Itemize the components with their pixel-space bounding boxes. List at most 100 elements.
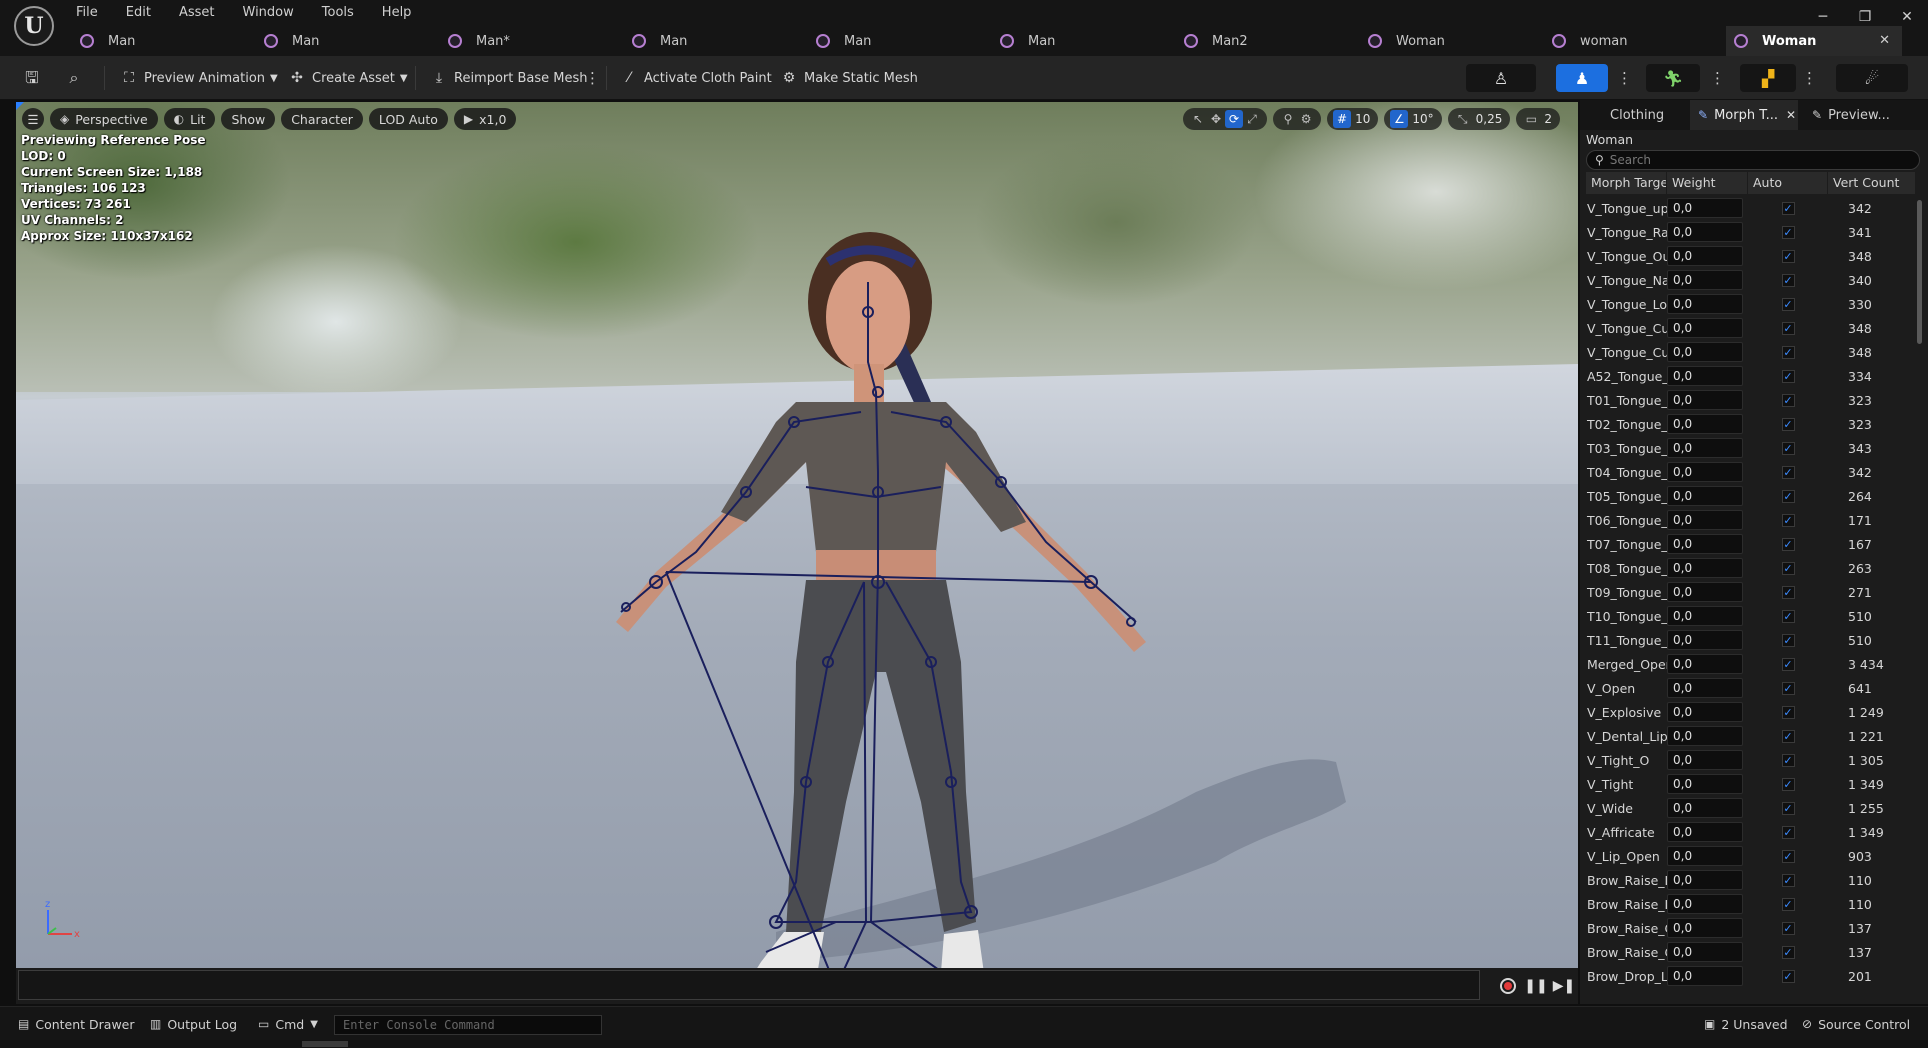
cmd-dropdown[interactable]: ▭ Cmd ▼	[258, 1007, 318, 1041]
asset-tab[interactable]: Man	[80, 26, 250, 56]
translate-icon[interactable]: ✥	[1207, 110, 1225, 128]
weight-input[interactable]: 0,0	[1667, 222, 1743, 242]
record-button[interactable]	[1498, 976, 1518, 996]
weight-input[interactable]: 0,0	[1667, 798, 1743, 818]
rotate-icon[interactable]: ⟳	[1225, 110, 1244, 128]
weight-input[interactable]: 0,0	[1667, 438, 1743, 458]
auto-checkbox[interactable]: ✓	[1781, 969, 1795, 983]
morph-target-row[interactable]: Brow_Raise_I 0,0 ✓ 110	[1586, 868, 1916, 892]
auto-checkbox[interactable]: ✓	[1781, 633, 1795, 647]
close-tab-icon[interactable]: ✕	[1786, 108, 1796, 122]
make-static-mesh-button[interactable]: ⚙ Make Static Mesh	[780, 66, 918, 90]
activate-cloth-paint-button[interactable]: ⁄ Activate Cloth Paint	[620, 66, 772, 90]
viewport-options-button[interactable]: ☰	[22, 108, 44, 130]
morph-target-row[interactable]: T02_Tongue_I 0,0 ✓ 323	[1586, 412, 1916, 436]
weight-input[interactable]: 0,0	[1667, 606, 1743, 626]
morph-target-row[interactable]: A52_Tongue_(0,0 ✓ 334	[1586, 364, 1916, 388]
angle-snap-icon[interactable]: ∠	[1390, 110, 1409, 128]
tab-morph-targets[interactable]: ✎ Morph T... ✕	[1690, 100, 1798, 130]
preview-viewport[interactable]: ☰ ◈ Perspective ◐ Lit Show Character LOD…	[16, 102, 1578, 968]
auto-checkbox[interactable]: ✓	[1781, 345, 1795, 359]
select-icon[interactable]: ↖	[1189, 110, 1207, 128]
save-icon[interactable]: 🖫	[22, 68, 42, 88]
auto-checkbox[interactable]: ✓	[1781, 465, 1795, 479]
auto-checkbox[interactable]: ✓	[1781, 561, 1795, 575]
asset-tab[interactable]: Man2	[1184, 26, 1354, 56]
auto-checkbox[interactable]: ✓	[1781, 369, 1795, 383]
morph-target-row[interactable]: T10_Tongue_I 0,0 ✓ 510	[1586, 604, 1916, 628]
morph-table-scrollbar[interactable]	[1917, 200, 1922, 344]
morph-target-row[interactable]: T06_Tongue_ 0,0 ✓ 171	[1586, 508, 1916, 532]
weight-input[interactable]: 0,0	[1667, 462, 1743, 482]
blueprint-mode-button[interactable]: ▞	[1740, 64, 1796, 92]
asset-tab[interactable]: Woman	[1368, 26, 1538, 56]
weight-input[interactable]: 0,0	[1667, 534, 1743, 554]
auto-checkbox[interactable]: ✓	[1781, 489, 1795, 503]
auto-checkbox[interactable]: ✓	[1781, 393, 1795, 407]
console-command-input[interactable]: Enter Console Command	[334, 1015, 602, 1035]
scale-icon[interactable]: ⤢	[1243, 110, 1261, 128]
weight-input[interactable]: 0,0	[1667, 894, 1743, 914]
morph-target-row[interactable]: V_Tongue_Ou 0,0 ✓ 348	[1586, 244, 1916, 268]
morph-target-row[interactable]: V_Tongue_Cui 0,0 ✓ 348	[1586, 340, 1916, 364]
auto-checkbox[interactable]: ✓	[1781, 585, 1795, 599]
world-space-icon[interactable]: ⚲	[1279, 110, 1297, 128]
weight-input[interactable]: 0,0	[1667, 582, 1743, 602]
content-drawer-button[interactable]: ▤ Content Drawer	[18, 1007, 135, 1041]
weight-input[interactable]: 0,0	[1667, 390, 1743, 410]
morph-target-row[interactable]: Brow_Raise_I 0,0 ✓ 110	[1586, 892, 1916, 916]
rotation-snap-group[interactable]: ∠ 10°	[1384, 108, 1442, 130]
menu-item-help[interactable]: Help	[368, 5, 426, 20]
auto-checkbox[interactable]: ✓	[1781, 921, 1795, 935]
weight-input[interactable]: 0,0	[1667, 846, 1743, 866]
auto-checkbox[interactable]: ✓	[1781, 321, 1795, 335]
weight-input[interactable]: 0,0	[1667, 774, 1743, 794]
weight-input[interactable]: 0,0	[1667, 942, 1743, 962]
animation-mode-button[interactable]: 🏃︎	[1646, 64, 1700, 92]
mesh-mode-options-icon[interactable]: ⋮	[1617, 68, 1632, 88]
auto-checkbox[interactable]: ✓	[1781, 729, 1795, 743]
source-control-button[interactable]: ⊘ Source Control	[1802, 1007, 1910, 1041]
morph-target-row[interactable]: V_Tight_O 0,0 ✓ 1 305	[1586, 748, 1916, 772]
grid-snap-icon[interactable]: #	[1333, 110, 1352, 128]
morph-target-row[interactable]: V_Tight 0,0 ✓ 1 349	[1586, 772, 1916, 796]
playback-speed-button[interactable]: ▶ x1,0	[453, 108, 517, 130]
weight-input[interactable]: 0,0	[1667, 414, 1743, 434]
close-tab-icon[interactable]: ✕	[1879, 33, 1890, 48]
morph-target-row[interactable]: T11_Tongue_I 0,0 ✓ 510	[1586, 628, 1916, 652]
tab-preview-settings[interactable]: ✎ Preview...	[1800, 100, 1928, 130]
unsaved-assets-button[interactable]: ▣ 2 Unsaved	[1704, 1007, 1788, 1041]
auto-checkbox[interactable]: ✓	[1781, 297, 1795, 311]
physics-mode-button[interactable]: ☄	[1836, 64, 1908, 92]
auto-checkbox[interactable]: ✓	[1781, 441, 1795, 455]
menu-item-file[interactable]: File	[62, 5, 112, 20]
asset-tab[interactable]: Man	[1000, 26, 1170, 56]
asset-tab[interactable]: Man	[816, 26, 986, 56]
auto-checkbox[interactable]: ✓	[1781, 225, 1795, 239]
morph-target-row[interactable]: Brow_Raise_C 0,0 ✓ 137	[1586, 916, 1916, 940]
drawer-grip[interactable]	[302, 1041, 348, 1047]
menu-item-asset[interactable]: Asset	[165, 5, 229, 20]
auto-checkbox[interactable]: ✓	[1781, 897, 1795, 911]
weight-input[interactable]: 0,0	[1667, 918, 1743, 938]
menu-item-edit[interactable]: Edit	[112, 5, 165, 20]
weight-input[interactable]: 0,0	[1667, 870, 1743, 890]
morph-target-row[interactable]: V_Tongue_up 0,0 ✓ 342	[1586, 196, 1916, 220]
morph-target-row[interactable]: V_Lip_Open 0,0 ✓ 903	[1586, 844, 1916, 868]
column-vert-count[interactable]: Vert Count	[1828, 172, 1916, 194]
morph-target-row[interactable]: T07_Tongue_ 0,0 ✓ 167	[1586, 532, 1916, 556]
asset-tab[interactable]: Man*	[448, 26, 618, 56]
auto-checkbox[interactable]: ✓	[1781, 849, 1795, 863]
auto-checkbox[interactable]: ✓	[1781, 825, 1795, 839]
morph-target-row[interactable]: T01_Tongue_(0,0 ✓ 323	[1586, 388, 1916, 412]
perspective-button[interactable]: ◈ Perspective	[50, 108, 158, 130]
auto-checkbox[interactable]: ✓	[1781, 705, 1795, 719]
timeline-track[interactable]	[18, 970, 1480, 1000]
weight-input[interactable]: 0,0	[1667, 750, 1743, 770]
weight-input[interactable]: 0,0	[1667, 678, 1743, 698]
character-button[interactable]: Character	[281, 108, 363, 130]
create-asset-button[interactable]: ✣ Create Asset ▼	[288, 66, 407, 90]
morph-target-row[interactable]: V_Tongue_Cui 0,0 ✓ 348	[1586, 316, 1916, 340]
mesh-mode-button[interactable]: ♟	[1556, 64, 1608, 92]
weight-input[interactable]: 0,0	[1667, 702, 1743, 722]
